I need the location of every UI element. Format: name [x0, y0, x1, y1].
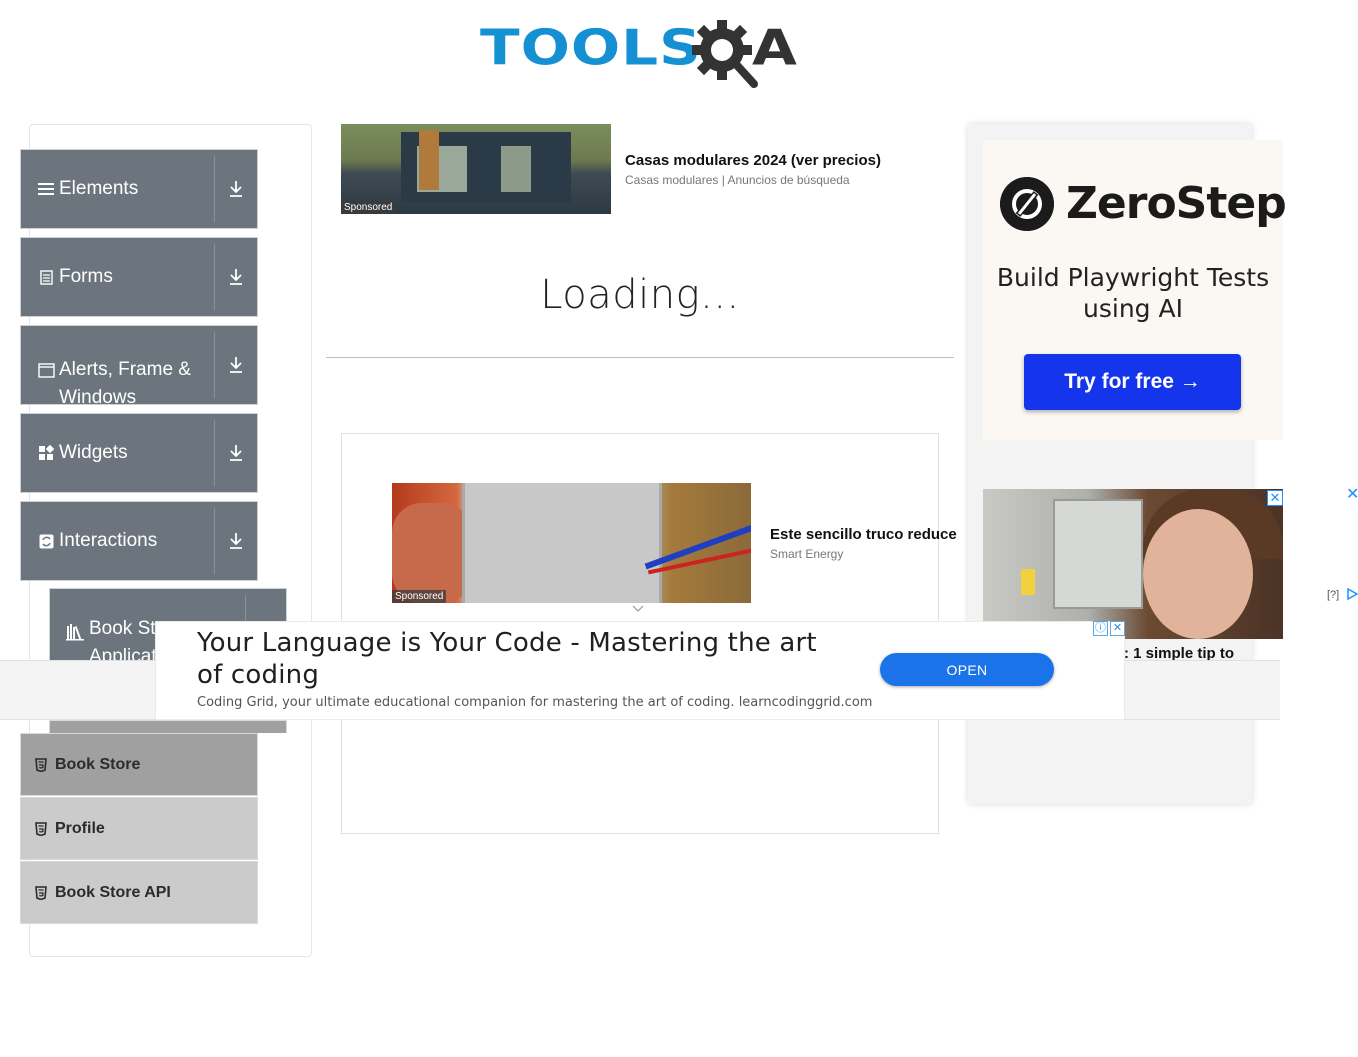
group-label: Interactions: [59, 530, 158, 551]
logo-tools-text: TOOLS: [480, 18, 702, 77]
ad-source: Smart Energy: [770, 547, 844, 561]
sponsored-ad-modular-houses[interactable]: Sponsored Casas modulares 2024 (ver prec…: [341, 124, 941, 214]
sponsored-label: Sponsored: [341, 201, 396, 214]
download-arrow-icon[interactable]: [215, 414, 257, 492]
group-widgets[interactable]: Widgets: [20, 413, 258, 493]
document-icon: [37, 268, 55, 286]
html5-icon: [35, 885, 49, 900]
zerostep-brand: ZeroStep: [1066, 178, 1287, 229]
sidebar-item-label: Book Store: [55, 755, 141, 773]
ad-source: Casas modulares | Anuncios de búsqueda: [625, 173, 850, 187]
adchoices-controls: ⓘ ✕: [1093, 621, 1125, 637]
sidebar-item-label: Profile: [55, 819, 105, 837]
try-for-free-button[interactable]: Try for free →: [1024, 354, 1241, 410]
sidebar-item-book-store[interactable]: Book Store: [20, 733, 258, 796]
zerostep-tagline: Build Playwright Tests using AI: [996, 263, 1270, 323]
download-arrow-icon[interactable]: [215, 150, 257, 228]
sidebar-gap: [49, 720, 287, 733]
open-button[interactable]: OPEN: [880, 653, 1054, 686]
ad-help-link[interactable]: [?]: [1327, 589, 1339, 601]
group-elements[interactable]: Elements: [20, 149, 258, 229]
close-icon[interactable]: ✕: [1346, 484, 1358, 504]
widgets-icon: [37, 444, 55, 462]
ad-image-smart-meter[interactable]: [983, 489, 1283, 639]
ad-title[interactable]: Casas modulares 2024 (ver precios): [625, 152, 881, 169]
group-label: Forms: [59, 266, 113, 287]
group-label: Elements: [59, 178, 139, 199]
divider: [326, 357, 954, 358]
banner-title[interactable]: Your Language is Your Code - Mastering t…: [197, 627, 837, 691]
download-arrow-icon[interactable]: [215, 238, 257, 316]
info-icon[interactable]: ⓘ: [1093, 621, 1108, 636]
menu-lines-icon: [37, 180, 55, 198]
window-icon: [37, 361, 55, 379]
group-forms[interactable]: Forms: [20, 237, 258, 317]
interactions-icon: [37, 532, 55, 550]
zerostep-logo-icon: [1000, 177, 1054, 231]
group-interactions[interactable]: Interactions: [20, 501, 258, 581]
loading-text: Loading...: [540, 272, 740, 318]
group-label: Widgets: [59, 442, 128, 463]
chevron-down-icon[interactable]: [632, 605, 644, 613]
books-icon: [66, 623, 86, 641]
close-icon[interactable]: ✕: [1110, 621, 1125, 636]
group-label: Alerts, Frame & Windows: [59, 359, 191, 408]
logo-a-text: A: [752, 18, 797, 77]
ad-image-breaker[interactable]: Sponsored: [392, 483, 751, 603]
download-arrow-icon[interactable]: [215, 326, 257, 404]
toolsqa-logo[interactable]: TOOLS A: [480, 14, 810, 94]
html5-icon: [35, 821, 49, 836]
download-arrow-icon[interactable]: [215, 502, 257, 580]
ad-image[interactable]: Sponsored: [341, 124, 611, 214]
ad-title[interactable]: Este sencillo truco reduce: [770, 526, 957, 543]
adchoices-icon[interactable]: [1346, 588, 1358, 600]
html5-icon: [35, 757, 49, 772]
sidebar-item-book-store-api[interactable]: Book Store API: [20, 861, 258, 924]
sidebar-item-label: Book Store API: [55, 883, 171, 901]
sidebar-item-profile[interactable]: Profile: [20, 797, 258, 860]
banner-description: Coding Grid, your ultimate educational c…: [197, 695, 873, 710]
close-icon[interactable]: ✕: [1267, 490, 1283, 506]
group-alerts-frame-windows[interactable]: Alerts, Frame & Windows: [20, 325, 258, 408]
sponsored-label: Sponsored: [392, 590, 447, 603]
